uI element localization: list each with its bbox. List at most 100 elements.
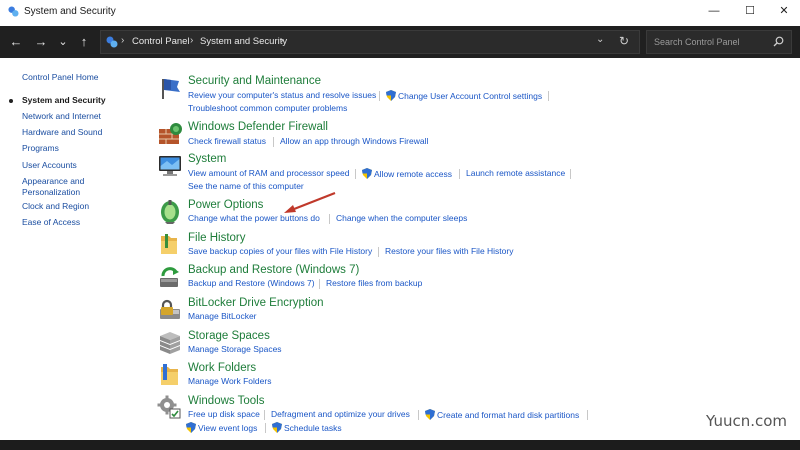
system-monitor-icon[interactable]: [157, 153, 183, 179]
uac-shield-icon: [362, 168, 372, 179]
task-link-computer-sleeps[interactable]: Change when the computer sleeps: [336, 213, 467, 223]
breadcrumb-control-panel[interactable]: Control Panel: [132, 36, 190, 47]
separator: [587, 410, 588, 420]
separator: [418, 410, 419, 420]
separator: [265, 423, 266, 433]
refresh-icon[interactable]: ↻: [619, 34, 629, 48]
sidebar-item-user-accounts[interactable]: User Accounts: [22, 160, 132, 171]
uac-shield-icon: [425, 409, 435, 420]
uac-shield-icon: [186, 422, 196, 433]
task-link-allow-app-firewall[interactable]: Allow an app through Windows Firewall: [280, 136, 428, 146]
forward-button[interactable]: →: [31, 32, 51, 52]
separator: [548, 91, 549, 101]
sidebar-item-clock-and-region[interactable]: Clock and Region: [22, 201, 132, 212]
back-button[interactable]: ←: [6, 32, 26, 52]
task-link-change-uac[interactable]: Change User Account Control settings: [386, 90, 542, 101]
search-icon[interactable]: [773, 36, 784, 47]
task-label[interactable]: Change User Account Control settings: [398, 91, 542, 101]
category-title-security-and-maintenance[interactable]: Security and Maintenance: [188, 75, 321, 87]
separator: [355, 169, 356, 179]
sidebar-item-programs[interactable]: Programs: [22, 143, 132, 154]
task-label[interactable]: Schedule tasks: [284, 423, 342, 433]
power-options-icon[interactable]: [157, 199, 183, 225]
separator: [570, 169, 571, 179]
task-link-save-backup-copies[interactable]: Save backup copies of your files with Fi…: [188, 246, 372, 256]
watermark: Yuucn.com: [706, 412, 788, 430]
control-panel-app-icon: [8, 6, 19, 17]
category-title-bitlocker[interactable]: BitLocker Drive Encryption: [188, 297, 324, 309]
category-title-windows-defender-firewall[interactable]: Windows Defender Firewall: [188, 121, 328, 133]
sidebar: Control Panel Home System and Security N…: [0, 60, 140, 440]
uac-shield-icon: [272, 422, 282, 433]
sidebar-item-appearance-and-personalization[interactable]: Appearance and Personalization: [22, 176, 102, 198]
sidebar-item-control-panel-home[interactable]: Control Panel Home: [22, 72, 132, 83]
backup-restore-icon[interactable]: [157, 264, 183, 290]
category-title-windows-tools[interactable]: Windows Tools: [188, 395, 265, 407]
task-link-view-event-logs[interactable]: View event logs: [186, 422, 257, 433]
minimize-button[interactable]: —: [696, 0, 732, 24]
bitlocker-icon[interactable]: [157, 297, 183, 323]
separator: [378, 247, 379, 257]
task-link-schedule-tasks[interactable]: Schedule tasks: [272, 422, 342, 433]
security-maintenance-flag-icon[interactable]: [157, 75, 183, 101]
separator: [273, 137, 274, 147]
breadcrumb-system-and-security[interactable]: System and Security: [200, 36, 287, 47]
task-link-launch-remote-assistance[interactable]: Launch remote assistance: [466, 168, 565, 178]
sidebar-item-hardware-and-sound[interactable]: Hardware and Sound: [22, 127, 132, 138]
control-panel-icon: [106, 36, 118, 48]
category-title-backup-and-restore[interactable]: Backup and Restore (Windows 7): [188, 264, 359, 276]
separator: [459, 169, 460, 179]
window-title: System and Security: [24, 6, 116, 17]
search-placeholder[interactable]: Search Control Panel: [654, 37, 740, 47]
task-link-review-status[interactable]: Review your computer's status and resolv…: [188, 90, 376, 100]
category-title-work-folders[interactable]: Work Folders: [188, 362, 256, 374]
task-link-check-firewall[interactable]: Check firewall status: [188, 136, 266, 146]
uac-shield-icon: [386, 90, 396, 101]
address-bar[interactable]: › Control Panel › System and Security › …: [100, 30, 640, 54]
storage-spaces-icon[interactable]: [157, 330, 183, 356]
separator: [264, 410, 265, 420]
task-label[interactable]: Create and format hard disk partitions: [437, 410, 579, 420]
firewall-icon[interactable]: [157, 121, 183, 147]
up-button[interactable]: ↑: [74, 32, 94, 52]
task-link-manage-bitlocker[interactable]: Manage BitLocker: [188, 311, 257, 321]
category-title-power-options[interactable]: Power Options: [188, 199, 263, 211]
windows-tools-icon[interactable]: [157, 395, 183, 421]
task-label[interactable]: Allow remote access: [374, 169, 452, 179]
active-item-bullet: [9, 99, 13, 103]
search-box[interactable]: Search Control Panel: [646, 30, 792, 54]
recent-locations-button[interactable]: ⌄: [53, 32, 73, 52]
task-link-restore-files-backup[interactable]: Restore files from backup: [326, 278, 422, 288]
chevron-right-icon: ›: [190, 35, 194, 46]
close-button[interactable]: ✕: [766, 0, 800, 24]
file-history-folder-icon[interactable]: [157, 232, 183, 258]
chevron-right-icon: ›: [121, 35, 125, 46]
task-link-create-format-partitions[interactable]: Create and format hard disk partitions: [425, 409, 579, 420]
task-link-defragment[interactable]: Defragment and optimize your drives: [271, 409, 410, 419]
title-bar: System and Security — ☐ ✕: [0, 0, 800, 24]
separator: [329, 214, 330, 224]
maximize-button[interactable]: ☐: [732, 0, 768, 24]
task-link-troubleshoot[interactable]: Troubleshoot common computer problems: [188, 103, 347, 113]
task-link-allow-remote-access[interactable]: Allow remote access: [362, 168, 452, 179]
task-link-free-disk-space[interactable]: Free up disk space: [188, 409, 260, 419]
task-link-manage-work-folders[interactable]: Manage Work Folders: [188, 376, 271, 386]
category-title-storage-spaces[interactable]: Storage Spaces: [188, 330, 270, 342]
category-title-file-history[interactable]: File History: [188, 232, 246, 244]
task-label[interactable]: View event logs: [198, 423, 257, 433]
sidebar-item-network-and-internet[interactable]: Network and Internet: [22, 111, 132, 122]
sidebar-item-system-and-security[interactable]: System and Security: [22, 95, 132, 106]
task-link-view-ram[interactable]: View amount of RAM and processor speed: [188, 168, 349, 178]
navigation-toolbar: ← → ⌄ ↑ › Control Panel › System and Sec…: [0, 26, 800, 58]
task-link-backup-restore[interactable]: Backup and Restore (Windows 7): [188, 278, 315, 288]
control-panel-window: System and Security — ☐ ✕ ← → ⌄ ↑ › Cont…: [0, 0, 800, 440]
category-title-system[interactable]: System: [188, 153, 226, 165]
work-folders-icon[interactable]: [157, 362, 183, 388]
separator: [319, 279, 320, 289]
task-link-manage-storage-spaces[interactable]: Manage Storage Spaces: [188, 344, 282, 354]
chevron-down-icon[interactable]: ⌄: [596, 34, 604, 45]
chevron-right-icon: ›: [280, 35, 284, 46]
task-link-see-computer-name[interactable]: See the name of this computer: [188, 181, 304, 191]
task-link-restore-files-history[interactable]: Restore your files with File History: [385, 246, 513, 256]
sidebar-item-ease-of-access[interactable]: Ease of Access: [22, 217, 132, 228]
